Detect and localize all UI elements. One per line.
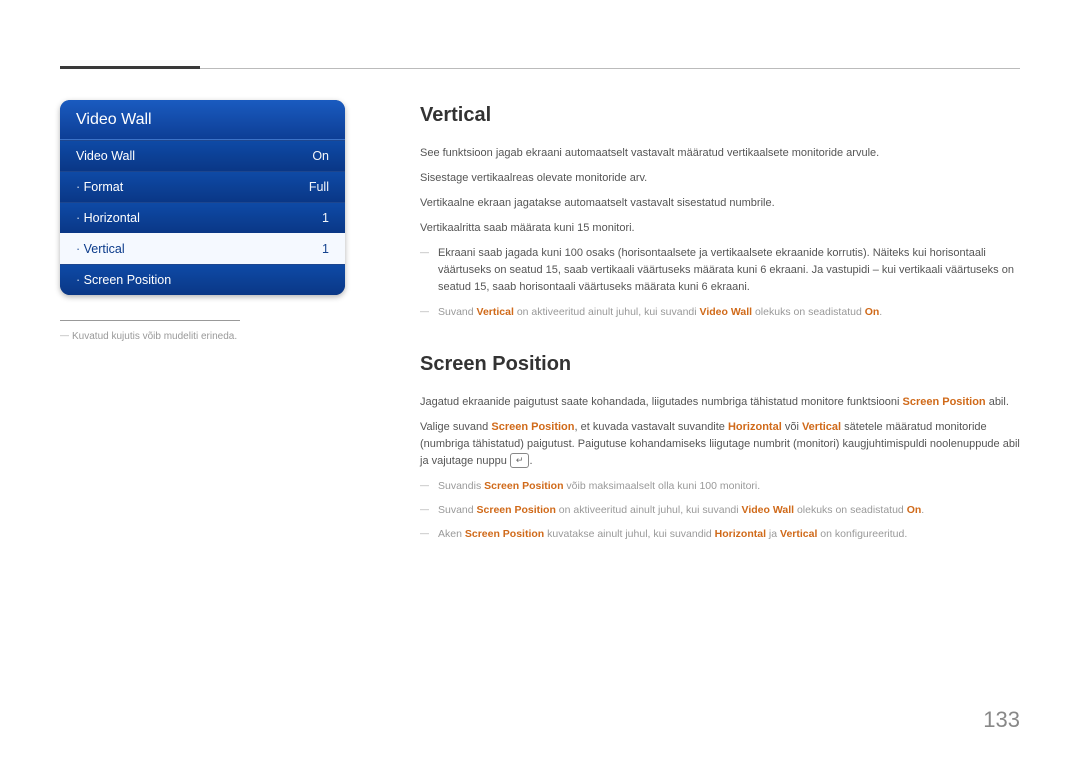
enter-key-icon: ↵ <box>510 453 530 468</box>
left-column: Video Wall Video Wall On Format Full Hor… <box>60 100 420 551</box>
highlight-videowall: Video Wall <box>742 504 795 516</box>
text: Suvandis <box>438 480 484 492</box>
osd-menu: Video Wall Video Wall On Format Full Hor… <box>60 100 345 295</box>
page-number: 133 <box>983 707 1020 733</box>
highlight-vertical: Vertical <box>802 421 841 433</box>
osd-row-value: 1 <box>322 211 329 225</box>
sidebar-footnote: Kuvatud kujutis võib mudeliti erineda. <box>60 329 380 344</box>
text: olekuks on seadistatud <box>752 306 865 318</box>
osd-row-videowall[interactable]: Video Wall On <box>60 140 345 171</box>
text: või <box>782 421 802 433</box>
text: Valige suvand <box>420 421 491 433</box>
highlight-on: On <box>865 306 880 318</box>
osd-row-value: Full <box>309 180 329 194</box>
text: . <box>921 504 924 516</box>
screenpos-note1: Suvandis Screen Position võib maksimaals… <box>420 478 1020 494</box>
screenpos-note2: Suvand Screen Position on aktiveeritud a… <box>420 502 1020 518</box>
text: Suvand <box>438 504 477 516</box>
header-rule-accent <box>60 66 200 69</box>
screenpos-note3: Aken Screen Position kuvatakse ainult ju… <box>420 526 1020 542</box>
osd-title: Video Wall <box>60 100 345 140</box>
highlight-screenposition: Screen Position <box>484 480 563 492</box>
osd-row-label: Horizontal <box>76 211 140 225</box>
text: Suvand <box>438 306 477 318</box>
text: olekuks on seadistatud <box>794 504 907 516</box>
vertical-p4: Vertikaalritta saab määrata kuni 15 moni… <box>420 220 1020 237</box>
screenpos-p2: Valige suvand Screen Position, et kuvada… <box>420 419 1020 470</box>
osd-row-format[interactable]: Format Full <box>60 171 345 202</box>
page: Video Wall Video Wall On Format Full Hor… <box>0 0 1080 763</box>
osd-row-screenposition[interactable]: Screen Position <box>60 264 345 295</box>
osd-row-value: On <box>312 149 329 163</box>
osd-row-horizontal[interactable]: Horizontal 1 <box>60 202 345 233</box>
text: abil. <box>986 396 1009 408</box>
osd-row-label: Video Wall <box>76 149 135 163</box>
content: Video Wall Video Wall On Format Full Hor… <box>60 60 1020 551</box>
highlight-vertical: Vertical <box>780 528 817 540</box>
highlight-screenposition: Screen Position <box>465 528 544 540</box>
highlight-videowall: Video Wall <box>700 306 753 318</box>
heading-vertical: Vertical <box>420 100 1020 131</box>
vertical-note2: Suvand Vertical on aktiveeritud ainult j… <box>420 304 1020 320</box>
vertical-p2: Sisestage vertikaalreas olevate monitori… <box>420 170 1020 187</box>
footnote-rule <box>60 320 240 321</box>
text: võib maksimaalselt olla kuni 100 monitor… <box>563 480 760 492</box>
highlight-screenposition: Screen Position <box>903 396 986 408</box>
header-rule <box>60 68 1020 69</box>
vertical-p1: See funktsioon jagab ekraani automaatsel… <box>420 145 1020 162</box>
text: on aktiveeritud ainult juhul, kui suvand… <box>556 504 742 516</box>
screenpos-p1: Jagatud ekraanide paigutust saate kohand… <box>420 394 1020 411</box>
text: . <box>529 455 532 467</box>
highlight-screenposition: Screen Position <box>491 421 574 433</box>
highlight-vertical: Vertical <box>477 306 514 318</box>
osd-row-label: Format <box>76 180 123 194</box>
vertical-note1: Ekraani saab jagada kuni 100 osaks (hori… <box>420 245 1020 296</box>
text: on konfigureeritud. <box>817 528 907 540</box>
text: Jagatud ekraanide paigutust saate kohand… <box>420 396 903 408</box>
highlight-horizontal: Horizontal <box>715 528 766 540</box>
text: kuvatakse ainult juhul, kui suvandid <box>544 528 714 540</box>
osd-row-label: Vertical <box>76 242 125 256</box>
heading-screenposition: Screen Position <box>420 349 1020 380</box>
highlight-horizontal: Horizontal <box>728 421 782 433</box>
highlight-on: On <box>907 504 922 516</box>
text: Aken <box>438 528 465 540</box>
text: on aktiveeritud ainult juhul, kui suvand… <box>514 306 700 318</box>
text: , et kuvada vastavalt suvandite <box>575 421 728 433</box>
osd-row-label: Screen Position <box>76 273 171 287</box>
osd-row-vertical[interactable]: Vertical 1 <box>60 233 345 264</box>
osd-row-value: 1 <box>322 242 329 256</box>
vertical-p3: Vertikaalne ekraan jagatakse automaatsel… <box>420 195 1020 212</box>
text: . <box>879 306 882 318</box>
highlight-screenposition: Screen Position <box>477 504 556 516</box>
right-column: Vertical See funktsioon jagab ekraani au… <box>420 100 1020 551</box>
text: ja <box>766 528 780 540</box>
